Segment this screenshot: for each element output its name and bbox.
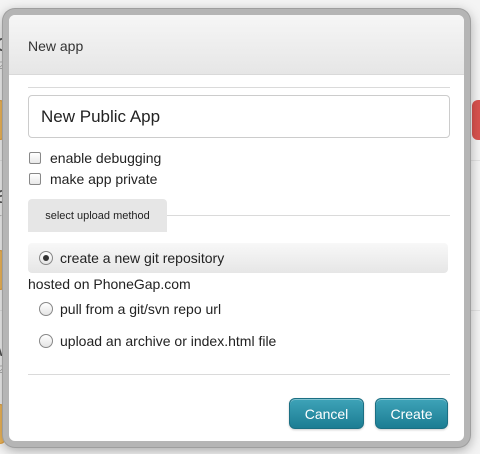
enable-debugging-option[interactable]: enable debugging xyxy=(29,150,161,166)
radio-icon[interactable] xyxy=(39,302,53,316)
upload-option-new-git-repo[interactable]: create a new git repository xyxy=(28,243,448,273)
make-private-label: make app private xyxy=(50,171,158,187)
divider xyxy=(167,215,450,216)
archive-label: upload an archive or index.html file xyxy=(60,333,277,349)
enable-debugging-label: enable debugging xyxy=(50,150,162,166)
enable-debugging-checkbox[interactable] xyxy=(29,152,41,164)
radio-icon[interactable] xyxy=(39,334,53,348)
radio-selected-icon[interactable] xyxy=(39,251,53,265)
hosted-note: hosted on PhoneGap.com xyxy=(28,276,191,292)
app-name-input[interactable] xyxy=(28,95,450,138)
make-private-option[interactable]: make app private xyxy=(29,171,157,187)
cancel-button[interactable]: Cancel xyxy=(289,398,364,429)
select-upload-method-button[interactable]: select upload method xyxy=(28,199,167,232)
new-app-dialog: New app enable debugging make app privat… xyxy=(3,9,470,447)
dialog-header: New app xyxy=(9,15,464,75)
make-private-checkbox[interactable] xyxy=(29,173,41,185)
background-app-tile[interactable] xyxy=(472,100,480,140)
create-button[interactable]: Create xyxy=(375,398,448,429)
new-git-repo-label: create a new git repository xyxy=(60,250,225,266)
divider xyxy=(28,374,450,375)
upload-option-archive[interactable]: upload an archive or index.html file xyxy=(28,326,448,356)
git-url-label: pull from a git/svn repo url xyxy=(60,301,222,317)
dialog-title: New app xyxy=(28,38,84,54)
upload-option-git-url[interactable]: pull from a git/svn repo url xyxy=(28,294,448,324)
divider xyxy=(28,87,450,88)
